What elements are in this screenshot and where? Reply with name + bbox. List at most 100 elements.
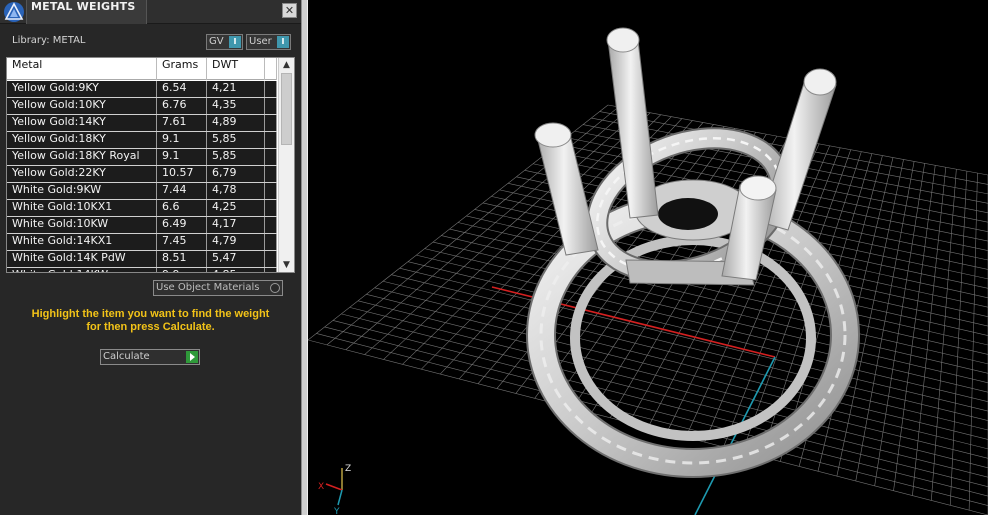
grams-cell: 9.1 xyxy=(157,149,207,165)
metal-cell: Yellow Gold:18KY xyxy=(7,132,157,148)
metal-table: Metal Grams DWT Yellow Gold:9KY 6.54 4,21 Y… xyxy=(6,57,295,273)
grams-cell: 10.57 xyxy=(157,166,207,182)
close-button[interactable]: ✕ xyxy=(282,3,297,18)
column-header-grams[interactable]: Grams xyxy=(157,58,207,80)
table-row[interactable]: White Gold:14KX1 7.45 4,79 xyxy=(7,234,277,251)
gv-toggle-icon: I xyxy=(229,36,241,48)
instruction-line-1: Highlight the item you want to find the … xyxy=(31,308,270,320)
spacer-cell xyxy=(265,234,277,250)
metal-cell: White Gold:14KW xyxy=(7,268,157,272)
table-row[interactable]: White Gold:10KX1 6.6 4,25 xyxy=(7,200,277,217)
play-icon xyxy=(186,351,198,363)
use-object-materials-label: Use Object Materials xyxy=(156,282,260,293)
axis-label-z: Z xyxy=(345,464,351,474)
spacer-cell xyxy=(265,183,277,199)
table-row[interactable]: White Gold:9KW 7.44 4,78 xyxy=(7,183,277,200)
instruction-text: Highlight the item you want to find the … xyxy=(0,308,301,334)
radio-icon[interactable] xyxy=(270,283,280,293)
grams-cell: 6.49 xyxy=(157,217,207,233)
table-row[interactable]: Yellow Gold:18KY Royal 9.1 5,85 xyxy=(7,149,277,166)
dwt-cell: 6,79 xyxy=(207,166,265,182)
metal-cell: Yellow Gold:10KY xyxy=(7,98,157,114)
dwt-cell: 4,17 xyxy=(207,217,265,233)
viewport-canvas: Z X Y xyxy=(308,27,988,515)
dwt-cell: 4,25 xyxy=(207,200,265,216)
3d-viewport[interactable]: Z X Y xyxy=(308,0,988,515)
spacer-cell xyxy=(265,200,277,216)
calculate-label: Calculate xyxy=(103,351,150,362)
use-object-materials-option[interactable]: Use Object Materials xyxy=(153,280,283,296)
grams-cell: 7.45 xyxy=(157,234,207,250)
gv-label: GV xyxy=(209,36,224,47)
table-row[interactable]: White Gold:10KW 6.49 4,17 xyxy=(7,217,277,234)
metal-cell: Yellow Gold:9KY xyxy=(7,81,157,97)
library-label: Library: METAL xyxy=(12,35,86,46)
axis-triad: Z X Y xyxy=(318,464,351,515)
spacer-cell xyxy=(265,268,277,272)
spacer-cell xyxy=(265,98,277,114)
gv-toggle[interactable]: GV I xyxy=(206,34,243,50)
metal-weights-panel: METAL WEIGHTS ✕ Library: METAL GV I User… xyxy=(0,0,301,515)
column-header-metal[interactable]: Metal xyxy=(7,58,157,80)
user-toggle-icon: I xyxy=(277,36,289,48)
grams-cell: 6.76 xyxy=(157,98,207,114)
spacer-cell xyxy=(265,132,277,148)
dwt-cell: 5,47 xyxy=(207,251,265,267)
grams-cell: 8.51 xyxy=(157,251,207,267)
metal-cell: White Gold:10KX1 xyxy=(7,200,157,216)
metal-cell: Yellow Gold:22KY xyxy=(7,166,157,182)
metal-cell: White Gold:10KW xyxy=(7,217,157,233)
triangle-logo-icon xyxy=(4,2,24,22)
calculate-button[interactable]: Calculate xyxy=(100,349,200,365)
column-header-dwt[interactable]: DWT xyxy=(207,58,265,80)
table-row[interactable]: White Gold:14KW9.94,85 xyxy=(7,268,277,272)
spacer-cell xyxy=(265,166,277,182)
panel-titlebar: METAL WEIGHTS ✕ xyxy=(0,0,301,24)
grams-cell: 7.61 xyxy=(157,115,207,131)
metal-cell: Yellow Gold:14KY xyxy=(7,115,157,131)
panel-title: METAL WEIGHTS xyxy=(31,0,136,13)
table-row[interactable]: Yellow Gold:18KY 9.1 5,85 xyxy=(7,132,277,149)
scroll-up-icon[interactable]: ▲ xyxy=(279,58,294,72)
table-scrollbar[interactable]: ▲ ▼ xyxy=(278,58,294,272)
instruction-line-2: for then press Calculate. xyxy=(86,321,215,333)
metal-cell: White Gold:14K PdW xyxy=(7,251,157,267)
spacer-cell xyxy=(265,81,277,97)
ring-model[interactable] xyxy=(526,27,860,478)
table-header: Metal Grams DWT xyxy=(7,58,277,80)
dwt-cell: 5,85 xyxy=(207,149,265,165)
spacer-cell xyxy=(265,251,277,267)
dwt-cell: 4,89 xyxy=(207,115,265,131)
column-header-extra xyxy=(265,58,277,80)
grams-cell: 7.44 xyxy=(157,183,207,199)
dwt-cell: 4,21 xyxy=(207,81,265,97)
dwt-cell: 4,78 xyxy=(207,183,265,199)
table-row[interactable]: Yellow Gold:14KY 7.61 4,89 xyxy=(7,115,277,132)
spacer-cell xyxy=(265,217,277,233)
grams-cell: 9.9 xyxy=(157,268,207,272)
close-icon: ✕ xyxy=(284,4,295,17)
axis-label-x: X xyxy=(318,482,324,492)
metal-cell: Yellow Gold:18KY Royal xyxy=(7,149,157,165)
dwt-cell: 4,85 xyxy=(207,268,265,272)
axis-label-y: Y xyxy=(333,507,340,515)
metal-cell: White Gold:9KW xyxy=(7,183,157,199)
panel-splitter[interactable] xyxy=(301,0,308,515)
spacer-cell xyxy=(265,115,277,131)
dwt-cell: 4,79 xyxy=(207,234,265,250)
dwt-cell: 4,35 xyxy=(207,98,265,114)
grams-cell: 6.6 xyxy=(157,200,207,216)
grams-cell: 6.54 xyxy=(157,81,207,97)
grams-cell: 9.1 xyxy=(157,132,207,148)
user-toggle[interactable]: User I xyxy=(246,34,291,50)
metal-cell: White Gold:14KX1 xyxy=(7,234,157,250)
scroll-thumb[interactable] xyxy=(281,73,292,145)
dwt-cell: 5,85 xyxy=(207,132,265,148)
table-row[interactable]: Yellow Gold:10KY 6.76 4,35 xyxy=(7,98,277,115)
table-row[interactable]: White Gold:14K PdW 8.51 5,47 xyxy=(7,251,277,268)
spacer-cell xyxy=(265,149,277,165)
table-row[interactable]: Yellow Gold:9KY 6.54 4,21 xyxy=(7,81,277,98)
user-label: User xyxy=(249,36,272,47)
scroll-down-icon[interactable]: ▼ xyxy=(279,258,294,272)
table-row[interactable]: Yellow Gold:22KY 10.57 6,79 xyxy=(7,166,277,183)
